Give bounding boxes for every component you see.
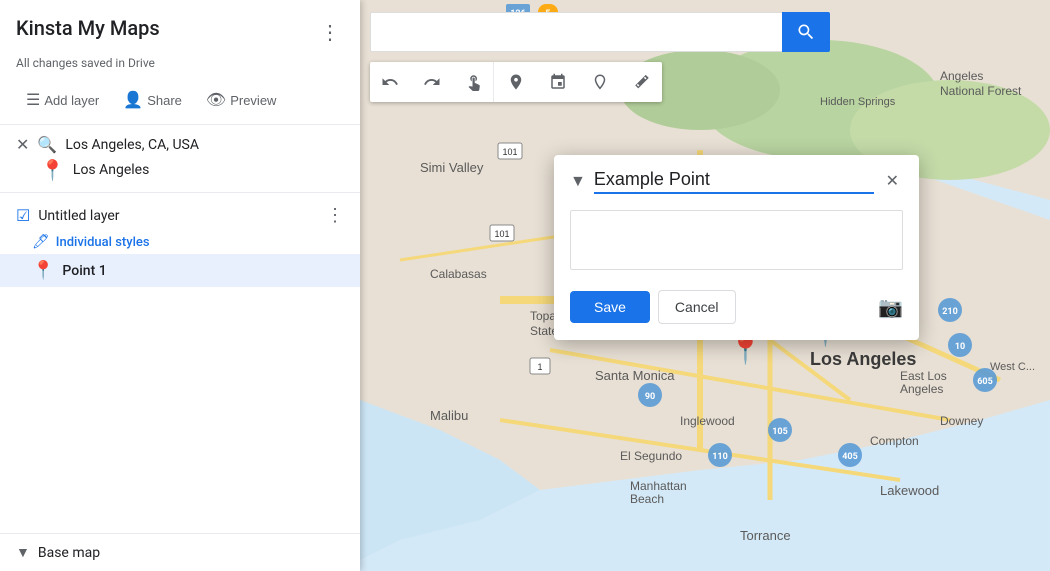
shape-tool-button[interactable] <box>538 62 578 102</box>
share-button[interactable]: 👤 Share <box>113 84 192 116</box>
popup-body <box>554 202 919 282</box>
camera-icon[interactable]: 📷 <box>878 295 903 319</box>
svg-text:West C...: West C... <box>990 361 1035 373</box>
map-search-bar <box>370 12 830 52</box>
svg-text:Inglewood: Inglewood <box>680 414 735 428</box>
svg-text:10: 10 <box>955 342 965 352</box>
svg-text:Lakewood: Lakewood <box>880 483 939 498</box>
location-result: 📍 Los Angeles <box>16 154 344 182</box>
svg-text:El Segundo: El Segundo <box>620 449 682 463</box>
location-name: Los Angeles <box>73 162 149 178</box>
svg-text:Santa Monica: Santa Monica <box>595 368 675 383</box>
location-pin-icon: 📍 <box>40 158 65 182</box>
search-query-text: Los Angeles, CA, USA <box>65 137 344 153</box>
layer-checkbox-icon[interactable]: ☑ <box>16 206 30 225</box>
basemap-chevron-icon: ▼ <box>16 544 30 561</box>
svg-text:101: 101 <box>494 229 509 239</box>
svg-text:Calabasas: Calabasas <box>430 267 487 281</box>
search-magnifier-icon <box>796 22 816 42</box>
svg-text:Torrance: Torrance <box>740 528 791 543</box>
point-item[interactable]: 📍 Point 1 <box>0 254 360 287</box>
svg-text:405: 405 <box>842 452 858 462</box>
ruler-tool-button[interactable] <box>622 62 662 102</box>
search-area: ✕ 🔍 Los Angeles, CA, USA 📍 Los Angeles <box>0 125 360 193</box>
preview-label: Preview <box>230 93 276 108</box>
add-layer-icon: ☰ <box>26 90 40 110</box>
pin-tool-button[interactable] <box>496 62 536 102</box>
sidebar-header: Kinsta My Maps ⋮ <box>0 0 360 56</box>
svg-text:Downey: Downey <box>940 414 983 428</box>
redo-button[interactable] <box>412 62 452 102</box>
hand-tool-button[interactable] <box>454 62 494 102</box>
search-row: ✕ 🔍 Los Angeles, CA, USA <box>16 135 344 154</box>
route-tool-button[interactable] <box>580 62 620 102</box>
share-label: Share <box>147 93 182 108</box>
svg-text:Los Angeles: Los Angeles <box>810 349 916 369</box>
basemap-row[interactable]: ▼ Base map <box>0 533 360 571</box>
add-layer-button[interactable]: ☰ Add layer <box>16 84 109 116</box>
popup-dialog: ▼ ✕ Save Cancel 📷 <box>554 155 919 340</box>
svg-text:101: 101 <box>502 147 517 157</box>
search-icon: 🔍 <box>37 135 57 154</box>
map-search-input[interactable] <box>370 12 782 52</box>
basemap-label: Base map <box>38 545 100 561</box>
svg-text:Manhattan: Manhattan <box>630 479 687 493</box>
svg-text:Angeles: Angeles <box>900 382 943 396</box>
svg-text:90: 90 <box>645 392 655 402</box>
individual-styles-label: Individual styles <box>56 235 150 250</box>
svg-text:Hidden Springs: Hidden Springs <box>820 96 896 108</box>
popup-description-textarea[interactable] <box>570 210 903 270</box>
svg-text:1: 1 <box>537 362 542 372</box>
share-icon: 👤 <box>123 90 143 110</box>
popup-footer: Save Cancel 📷 <box>554 282 919 340</box>
sidebar: Kinsta My Maps ⋮ All changes saved in Dr… <box>0 0 360 571</box>
svg-text:110: 110 <box>712 452 728 462</box>
popup-cancel-button[interactable]: Cancel <box>658 290 736 324</box>
point-label: Point 1 <box>62 263 106 279</box>
preview-icon: 👁 <box>206 90 226 110</box>
clear-search-icon[interactable]: ✕ <box>16 135 29 154</box>
svg-text:105: 105 <box>772 427 788 437</box>
svg-text:Simi Valley: Simi Valley <box>420 160 484 175</box>
map-search-button[interactable] <box>782 12 830 52</box>
svg-text:Compton: Compton <box>870 434 919 448</box>
svg-text:Beach: Beach <box>630 492 664 506</box>
layer-header: ☑ Untitled layer ⋮ <box>0 193 360 230</box>
popup-chevron-icon[interactable]: ▼ <box>570 171 586 191</box>
popup-header: ▼ ✕ <box>554 155 919 202</box>
svg-text:210: 210 <box>942 307 958 317</box>
popup-title-input[interactable] <box>594 167 874 194</box>
popup-save-button[interactable]: Save <box>570 291 650 323</box>
more-icon[interactable]: ⋮ <box>316 16 344 48</box>
style-icon: 🖊 <box>32 234 50 250</box>
undo-button[interactable] <box>370 62 410 102</box>
layer-title: Untitled layer <box>38 208 318 224</box>
layers-section: ☑ Untitled layer ⋮ 🖊 Individual styles 📍… <box>0 193 360 533</box>
map-tools <box>370 62 662 102</box>
preview-button[interactable]: 👁 Preview <box>196 84 287 116</box>
map-title: Kinsta My Maps <box>16 16 316 40</box>
layer-more-icon[interactable]: ⋮ <box>326 205 344 226</box>
toolbar: ☰ Add layer 👤 Share 👁 Preview <box>0 80 360 125</box>
svg-text:605: 605 <box>977 377 993 387</box>
add-layer-label: Add layer <box>44 93 99 108</box>
svg-text:East Los: East Los <box>900 369 947 383</box>
svg-text:Angeles: Angeles <box>940 69 983 83</box>
point-pin-icon: 📍 <box>32 260 54 281</box>
save-status: All changes saved in Drive <box>0 56 360 80</box>
individual-styles-row[interactable]: 🖊 Individual styles <box>0 230 360 254</box>
popup-close-icon[interactable]: ✕ <box>882 167 903 194</box>
svg-text:Malibu: Malibu <box>430 408 468 423</box>
svg-text:National Forest: National Forest <box>940 84 1022 98</box>
